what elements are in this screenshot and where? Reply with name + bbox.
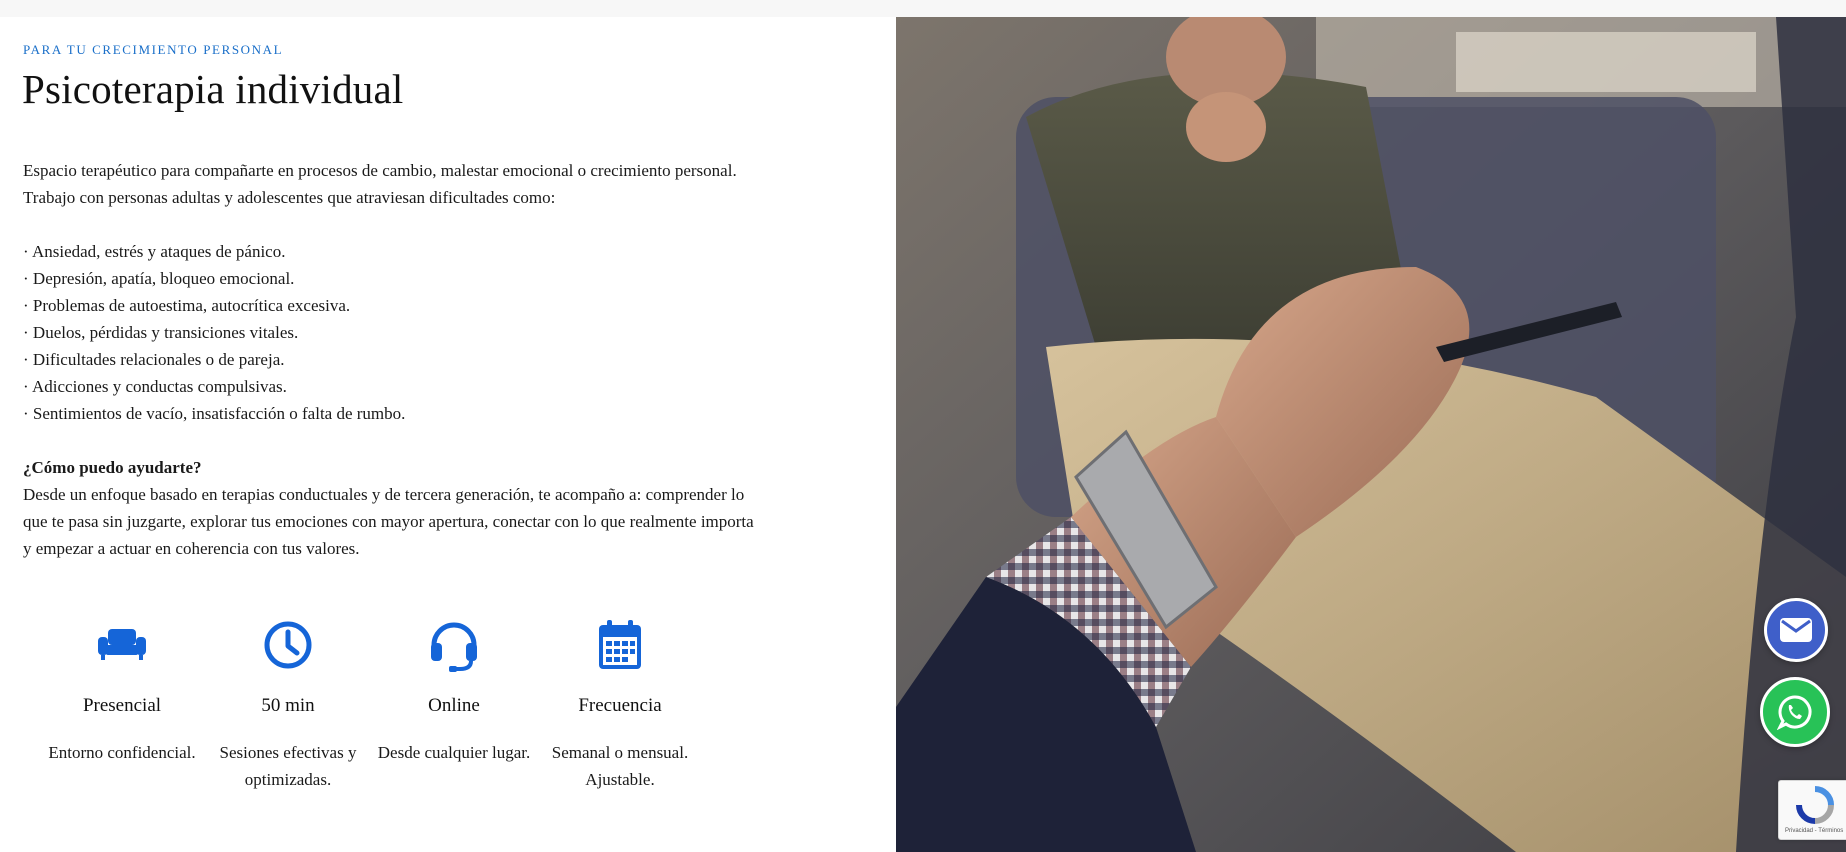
recaptcha-badge[interactable]: Privacidad - Términos <box>1778 780 1846 840</box>
feature-frequency: Frecuencia Semanal o mensual. Ajustable. <box>520 617 720 793</box>
whatsapp-button[interactable] <box>1760 677 1830 747</box>
content-column: PARA TU CRECIMIENTO PERSONAL Psicoterapi… <box>0 17 896 852</box>
recaptcha-links[interactable]: Privacidad - Términos <box>1785 828 1843 834</box>
sofa-icon <box>98 629 146 660</box>
therapy-session-photo <box>896 17 1846 852</box>
list-item: · Depresión, apatía, bloqueo emocional. <box>23 269 295 288</box>
email-button[interactable] <box>1764 598 1828 662</box>
help-heading: ¿Cómo puedo ayudarte? <box>23 458 202 477</box>
list-item: · Dificultades relacionales o de pareja. <box>23 350 285 369</box>
list-item: · Adicciones y conductas compulsivas. <box>23 377 287 396</box>
whatsapp-icon <box>1777 695 1812 730</box>
section-eyebrow: PARA TU CRECIMIENTO PERSONAL <box>23 42 284 57</box>
list-item: · Ansiedad, estrés y ataques de pánico. <box>23 242 286 261</box>
list-item: · Sentimientos de vacío, insatisfacción … <box>23 404 406 423</box>
top-bar <box>0 0 1846 17</box>
recaptcha-icon <box>1796 786 1834 824</box>
feature-name: Frecuencia <box>578 695 662 716</box>
feature-desc: Semanal o mensual. Ajustable. <box>551 743 689 789</box>
headset-icon <box>431 622 477 672</box>
features-row: Presencial Entorno confidencial. 50 min … <box>22 617 822 817</box>
mail-icon <box>1780 618 1812 642</box>
help-text: Desde un enfoque basado en terapias cond… <box>23 485 754 558</box>
help-block: ¿Cómo puedo ayudarte? Desde un enfoque b… <box>23 454 763 562</box>
list-item: · Duelos, pérdidas y transiciones vitale… <box>23 323 299 342</box>
page-title: Psicoterapia individual <box>22 66 404 112</box>
difficulties-list: · Ansiedad, estrés y ataques de pánico. … <box>23 238 763 427</box>
clock-icon <box>264 621 312 669</box>
list-item: · Problemas de autoestima, autocrítica e… <box>23 296 351 315</box>
calendar-icon <box>599 620 641 669</box>
section-body: Espacio terapéutico para compañarte en p… <box>23 157 763 562</box>
intro-paragraph: Espacio terapéutico para compañarte en p… <box>23 161 737 207</box>
